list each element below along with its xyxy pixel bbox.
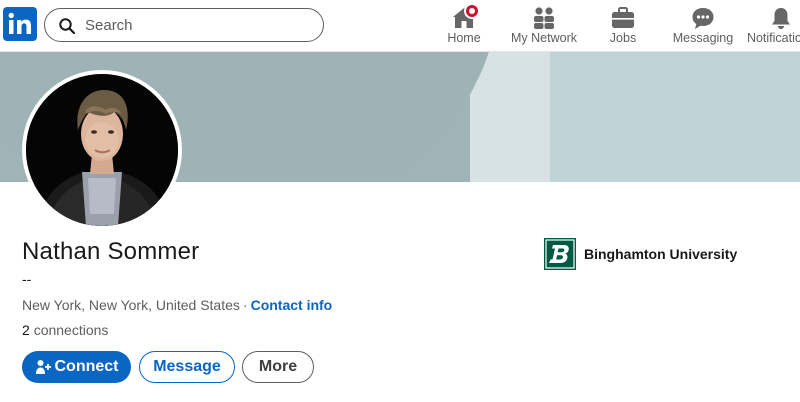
profile-name: Nathan Sommer	[22, 238, 200, 265]
more-button-label: More	[258, 358, 298, 375]
cover-shape-right	[550, 52, 800, 182]
nav-notifications[interactable]: Notifications	[746, 0, 800, 52]
profile-photo[interactable]	[22, 70, 182, 230]
search-input[interactable]	[85, 14, 315, 36]
connections-number: 2	[22, 322, 30, 338]
nav-my-network[interactable]: My Network	[506, 0, 582, 52]
binghamton-logo-icon	[544, 238, 576, 270]
profile-headline: --	[22, 271, 32, 287]
message-button-label: Message	[153, 358, 221, 375]
connections-count[interactable]: 2 connections	[22, 322, 108, 338]
connect-button[interactable]: Connect	[22, 351, 131, 383]
profile-photo-image	[26, 74, 178, 226]
contact-info-link[interactable]: Contact info	[251, 297, 333, 313]
nav-jobs-label: Jobs	[609, 31, 637, 45]
connect-button-label: Connect	[54, 358, 119, 375]
profile-location: New York, New York, United States	[22, 297, 240, 313]
search-box[interactable]	[44, 8, 324, 42]
connections-label: connections	[33, 322, 109, 338]
cover-shape-mid	[470, 52, 550, 182]
nav-notifications-label: Notifications	[746, 31, 800, 45]
message-button[interactable]: Message	[139, 351, 235, 383]
notification-badge	[464, 3, 480, 19]
school-name: Binghamton University	[584, 246, 738, 262]
messaging-icon	[692, 8, 714, 29]
nav-messaging-label: Messaging	[672, 31, 734, 45]
location-separator: ·	[242, 297, 248, 313]
more-button[interactable]: More	[242, 351, 314, 383]
nav-jobs[interactable]: Jobs	[600, 0, 646, 52]
network-icon	[534, 7, 554, 29]
nav-home-label: Home	[447, 31, 481, 45]
location-line: New York, New York, United States · Contac…	[22, 297, 332, 313]
briefcase-icon	[612, 7, 634, 28]
linkedin-logo-icon[interactable]	[3, 7, 37, 41]
education-link[interactable]: Binghamton University	[544, 238, 737, 270]
bell-icon	[772, 8, 790, 29]
search-icon	[59, 18, 76, 35]
top-nav: Home My Network Jobs Messaging	[0, 0, 800, 52]
add-person-icon	[35, 360, 51, 374]
nav-network-label: My Network	[511, 31, 577, 45]
nav-messaging[interactable]: Messaging	[670, 0, 736, 52]
